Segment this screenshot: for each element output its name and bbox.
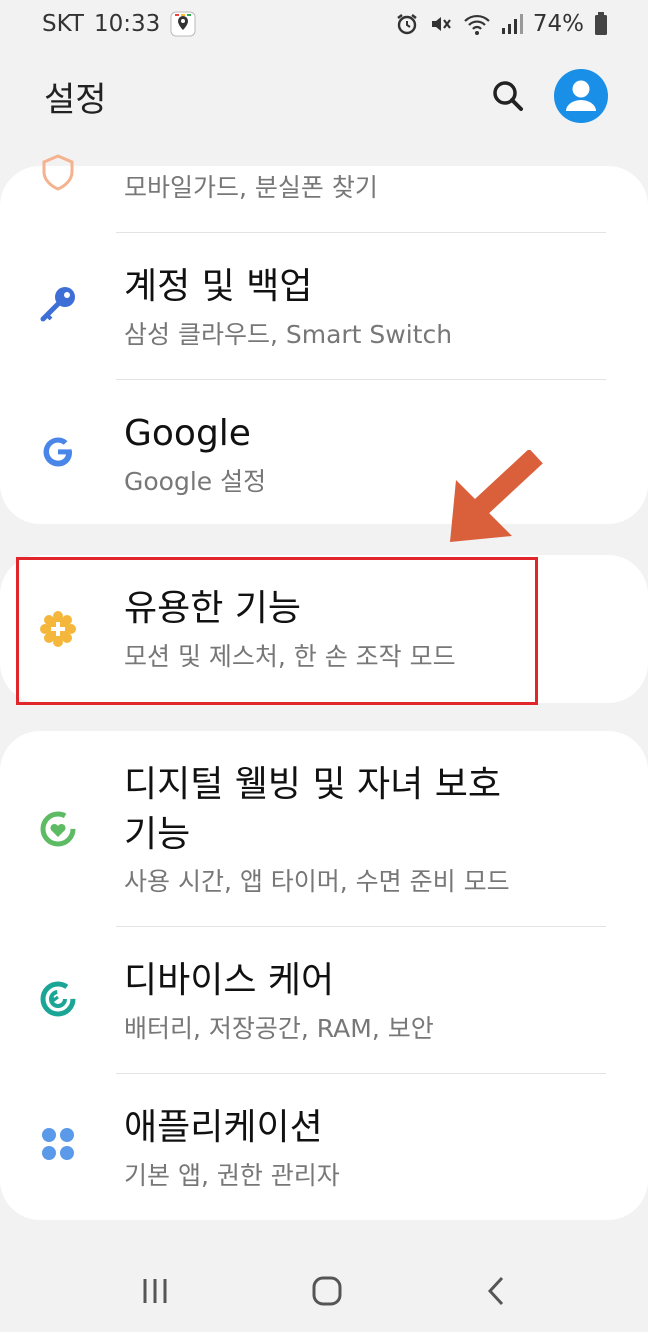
shield-icon [36, 150, 80, 194]
signal-icon [501, 13, 523, 35]
item-subtitle: 모바일가드, 분실폰 찾기 [124, 173, 378, 202]
item-subtitle: 배터리, 저장공간, RAM, 보안 [124, 1014, 434, 1043]
recent-apps-button[interactable] [140, 1276, 170, 1306]
carrier-label: SKT [42, 11, 84, 37]
settings-item-device-care[interactable]: 디바이스 케어 배터리, 저장공간, RAM, 보안 [0, 927, 648, 1073]
settings-item-google[interactable]: Google Google 설정 [0, 380, 648, 524]
page-title: 설정 [44, 79, 107, 120]
settings-item-security[interactable]: 모바일가드, 분실폰 찾기 [0, 154, 648, 232]
alarm-icon [395, 12, 419, 36]
battery-icon [594, 12, 608, 36]
item-subtitle: 기본 앱, 권한 관리자 [124, 1161, 340, 1190]
item-subtitle: 삼성 클라우드, Smart Switch [124, 320, 453, 349]
item-title: 디지털 웰빙 및 자녀 보호 [124, 764, 501, 805]
home-button[interactable] [311, 1275, 343, 1307]
recent-apps-icon [143, 1279, 167, 1303]
google-icon [36, 430, 80, 474]
navigation-bar [0, 1250, 648, 1332]
item-title: Google [124, 413, 251, 454]
settings-item-digital-wellbeing[interactable]: 디지털 웰빙 및 자녀 보호 기능 사용 시간, 앱 타이머, 수면 준비 모드 [0, 731, 648, 926]
search-button[interactable] [490, 78, 526, 114]
item-title: 디바이스 케어 [124, 960, 335, 1001]
apps-icon [36, 1122, 80, 1166]
settings-item-applications[interactable]: 애플리케이션 기본 앱, 권한 관리자 [0, 1074, 648, 1220]
settings-item-accounts-backup[interactable]: 계정 및 백업 삼성 클라우드, Smart Switch [0, 233, 648, 379]
wellbeing-icon [36, 807, 80, 851]
status-bar: SKT 10:33 74% [0, 0, 648, 48]
header: 설정 [0, 60, 648, 132]
avatar-icon [554, 69, 608, 123]
item-title-continued: 기능 [124, 814, 191, 855]
back-icon [487, 1276, 503, 1306]
location-app-icon [170, 11, 196, 37]
mute-icon [429, 12, 453, 36]
item-subtitle: Google 설정 [124, 467, 267, 496]
home-icon [312, 1276, 342, 1306]
item-title: 계정 및 백업 [124, 266, 313, 307]
wifi-icon [463, 12, 491, 36]
key-icon [36, 282, 80, 326]
device-care-icon [36, 977, 80, 1021]
battery-percent: 74% [532, 11, 584, 37]
annotation-arrow-icon [450, 450, 543, 542]
item-subtitle: 사용 시간, 앱 타이머, 수면 준비 모드 [124, 867, 510, 896]
clock: 10:33 [93, 11, 161, 37]
item-title: 애플리케이션 [124, 1107, 323, 1148]
back-button[interactable] [484, 1275, 508, 1307]
search-icon [493, 81, 523, 111]
profile-button[interactable] [554, 69, 608, 123]
highlight-box [16, 557, 538, 705]
